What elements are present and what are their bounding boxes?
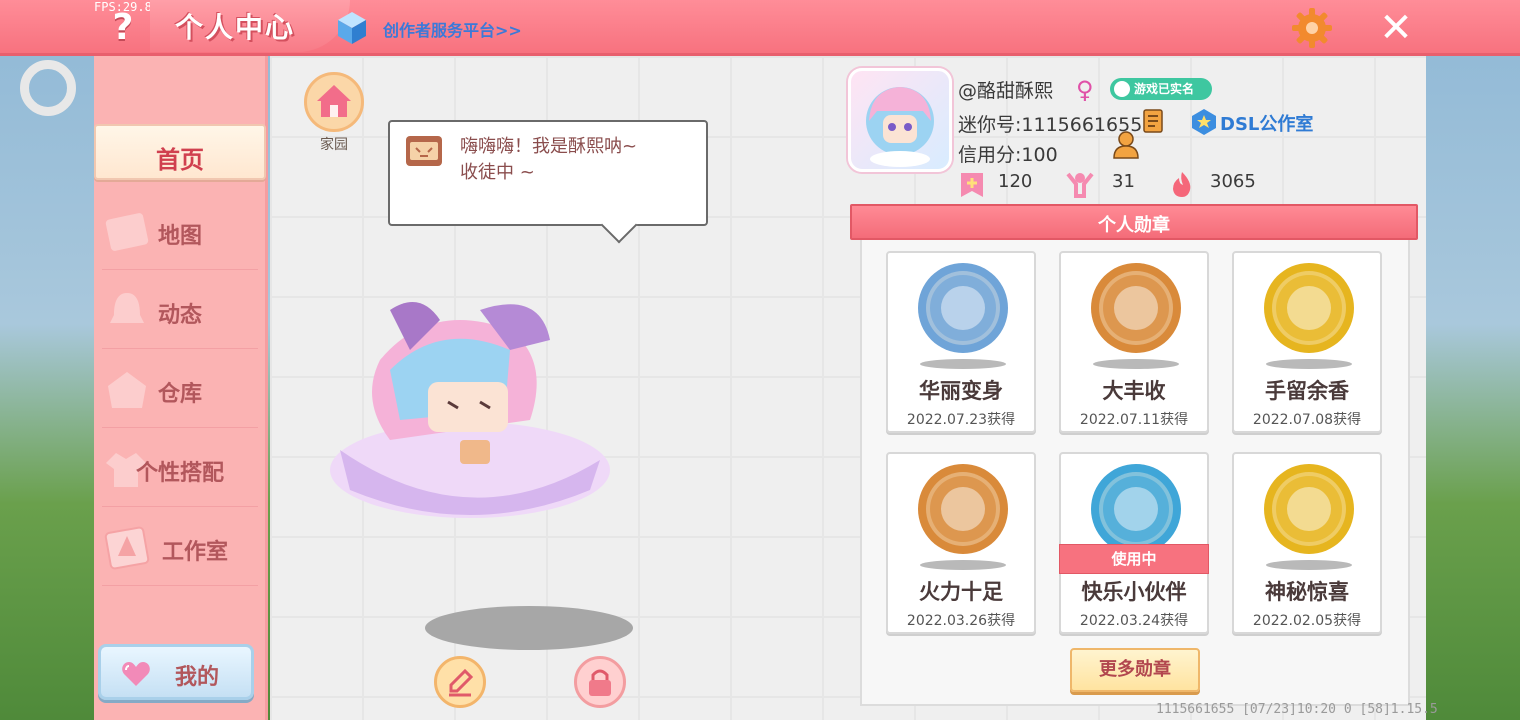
speech-line-2: 收徒中 ~ (460, 162, 535, 183)
medal-name: 大丰收 (1102, 379, 1166, 403)
divider (102, 506, 258, 507)
sidebar-item-studio[interactable]: 工作室 (94, 520, 266, 586)
medal-card[interactable]: 手留余香 2022.07.08获得 (1232, 251, 1382, 433)
sidebar-item-label: 首页 (156, 146, 204, 174)
medal-icon (1091, 263, 1181, 353)
medal-name: 快乐小伙伴 (1081, 580, 1187, 604)
female-icon: ♀ (1076, 76, 1094, 104)
floating-circle-button[interactable] (20, 60, 76, 116)
lock-icon (589, 669, 611, 696)
medal-card[interactable]: 火力十足 2022.03.26获得 (886, 452, 1036, 634)
more-medals-button[interactable]: 更多勋章 (1070, 648, 1200, 692)
medal-date: 2022.02.05获得 (1252, 613, 1362, 629)
divider (102, 427, 258, 428)
cube-icon[interactable] (336, 10, 368, 46)
medal-icon (918, 464, 1008, 554)
my-button[interactable]: 我的 (98, 644, 254, 700)
cheer-icon (1066, 172, 1094, 198)
sidebar-item-map[interactable]: 地图 (94, 204, 266, 270)
flame-icon (1173, 172, 1191, 197)
avatar-character[interactable] (320, 290, 610, 530)
medal-pedestal (920, 359, 1006, 369)
medal-icon (1264, 464, 1354, 554)
avatar[interactable] (848, 68, 952, 172)
edit-button[interactable] (434, 656, 486, 708)
sidebar-item-label: 地图 (157, 224, 202, 249)
medal-date: 2022.07.23获得 (906, 412, 1016, 428)
sidebar-item-label: 动态 (157, 303, 202, 328)
divider (102, 585, 258, 586)
medal-name: 火力十足 (919, 580, 1003, 604)
medal-date: 2022.07.08获得 (1252, 412, 1362, 428)
avatar-portrait (866, 87, 934, 167)
medals-header-title: 个人勋章 (1098, 215, 1170, 236)
credit-score: 信用分:100 (958, 144, 1058, 166)
medal-date: 2022.03.26获得 (906, 613, 1016, 629)
speech-line-1: 嗨嗨嗨！我是酥熙呐~ (460, 136, 638, 157)
medal-card[interactable]: 华丽变身 2022.07.23获得 (886, 251, 1036, 433)
top-bar: FPS:29.8 Ping:0 ? 个人中心 创作者服务平台>> ✕ (0, 0, 1520, 56)
medal-pedestal (1266, 359, 1352, 369)
studio-badge-icon (1192, 109, 1216, 135)
divider (102, 348, 258, 349)
sidebar-item-storage[interactable]: 仓库 (94, 362, 266, 428)
my-button-label: 我的 (175, 665, 220, 690)
pencil-icon (449, 668, 474, 697)
creator-platform-link[interactable]: 创作者服务平台>> (383, 17, 522, 41)
verified-label: 游戏已实名 (1134, 82, 1195, 96)
studio-name[interactable]: DSL公作室 (1220, 110, 1313, 136)
verified-badge: 游戏已实名 (1110, 78, 1212, 100)
medal-card[interactable]: 快乐小伙伴 2022.03.24获得 使用中 (1059, 452, 1209, 634)
person-check-icon (1114, 81, 1130, 97)
sidebar-item-outfit[interactable]: 个性搭配 (94, 441, 266, 507)
home-label: 家园 (320, 137, 348, 153)
medal-name: 华丽变身 (919, 379, 1003, 403)
help-icon[interactable]: ? (104, 8, 142, 48)
footer-info: 1115661655 [07/23]10:20 0 [58]1.15.5 (1156, 702, 1438, 717)
medal-name: 神秘惊喜 (1265, 580, 1349, 604)
medals-header: 个人勋章 (850, 204, 1418, 240)
medal-card[interactable]: 大丰收 2022.07.11获得 (1059, 251, 1209, 433)
home-button[interactable] (304, 72, 364, 132)
username: @酪甜酥熙 (958, 80, 1054, 102)
speech-bubble: 嗨嗨嗨！我是酥熙呐~ 收徒中 ~ (388, 120, 708, 226)
medal-date: 2022.03.24获得 (1079, 613, 1189, 629)
house-icon (317, 85, 351, 117)
close-icon[interactable]: ✕ (1376, 8, 1416, 48)
medal-date: 2022.07.11获得 (1079, 412, 1189, 428)
in-use-badge: 使用中 (1059, 544, 1209, 574)
sidebar-item-feed[interactable]: 动态 (94, 283, 266, 349)
medal-icon (1264, 263, 1354, 353)
lock-button[interactable] (574, 656, 626, 708)
sidebar-item-home[interactable]: 首页 (94, 124, 266, 180)
medal-pedestal (1266, 560, 1352, 570)
medal-icon (918, 263, 1008, 353)
medal-card[interactable]: 神秘惊喜 2022.02.05获得 (1232, 452, 1382, 634)
page-title: 个人中心 (175, 11, 296, 44)
friend-request-icon[interactable] (1112, 130, 1142, 160)
copy-icon[interactable] (1142, 108, 1166, 134)
stat-value: 3065 (1210, 171, 1256, 192)
sidebar: 首页 地图 动态 仓库 个性搭配 工作室 我的 (94, 56, 268, 720)
stat-value: 31 (1112, 171, 1135, 192)
plus-badge-icon (961, 173, 983, 197)
character-shadow (425, 606, 633, 650)
medal-icon (1091, 464, 1181, 554)
heart-icon (122, 662, 150, 686)
medal-name: 手留余香 (1265, 379, 1349, 403)
stat-value: 120 (998, 171, 1033, 192)
mailbox-icon (406, 136, 442, 166)
sidebar-item-label: 仓库 (157, 382, 202, 407)
divider (102, 269, 258, 270)
gear-icon[interactable] (1290, 6, 1334, 50)
medal-pedestal (920, 560, 1006, 570)
sidebar-item-label: 工作室 (161, 540, 228, 565)
sidebar-item-label: 个性搭配 (135, 461, 224, 486)
medal-pedestal (1093, 359, 1179, 369)
